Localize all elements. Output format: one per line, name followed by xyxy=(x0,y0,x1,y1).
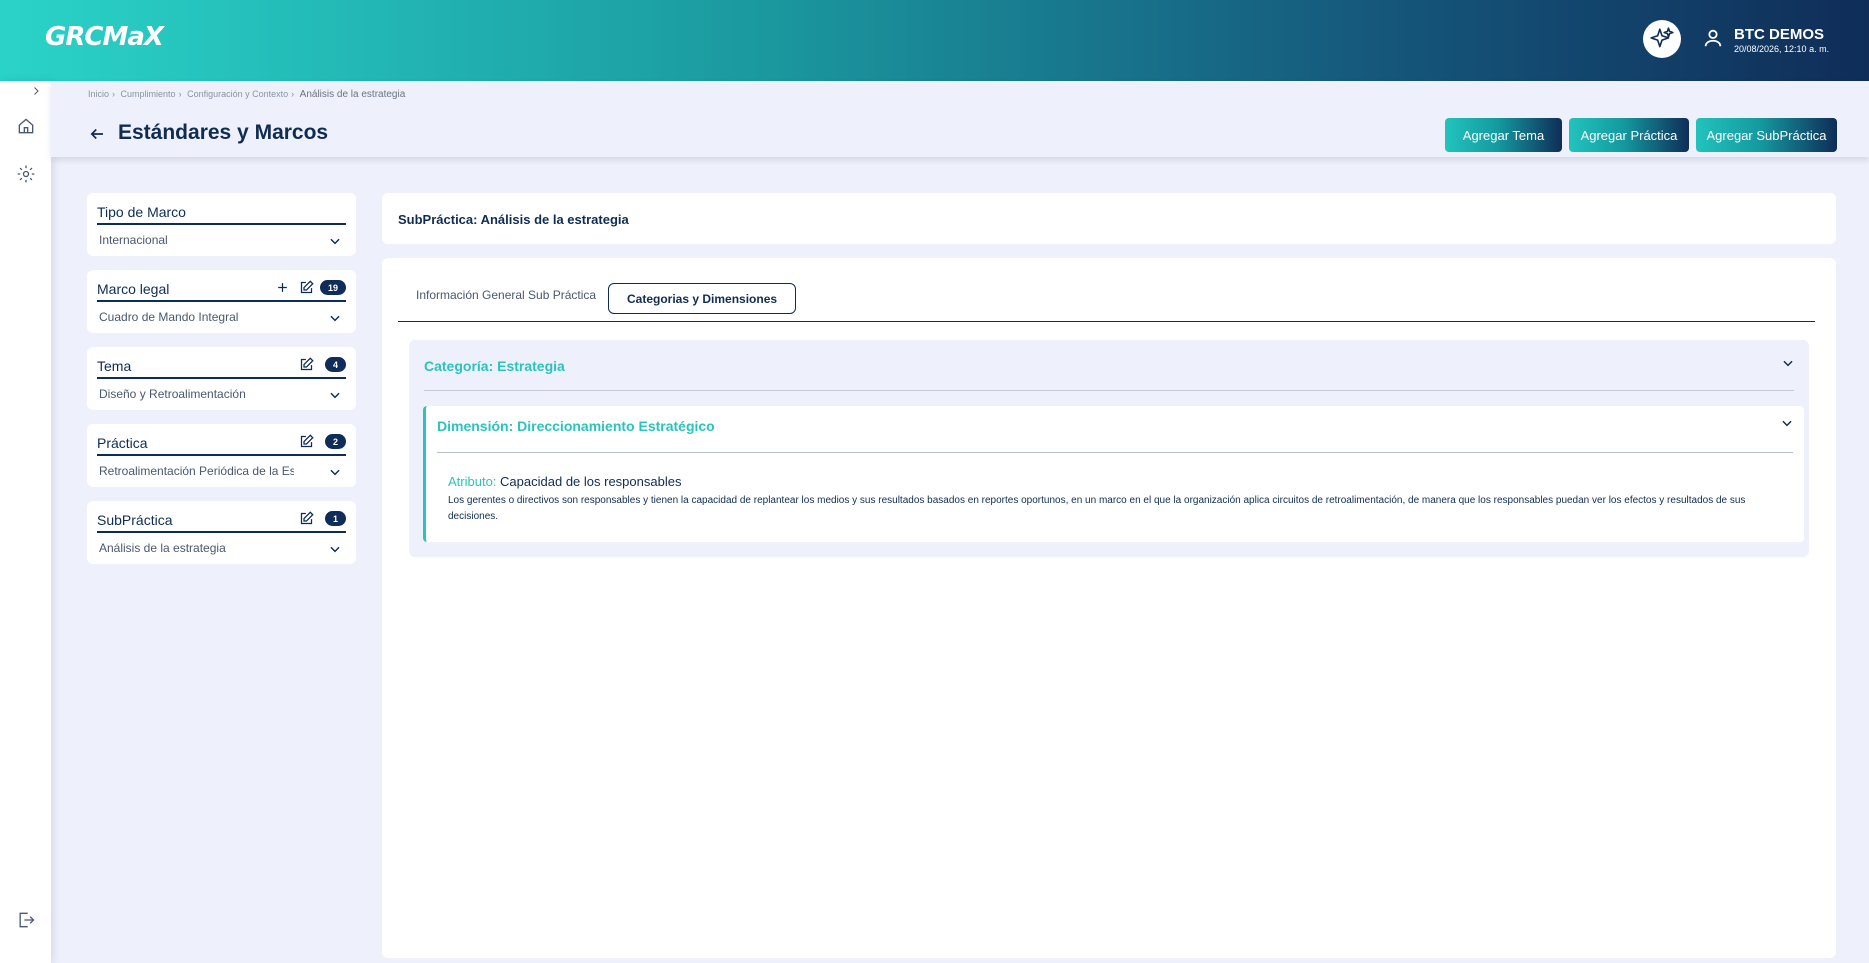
breadcrumb-item-cumplimiento[interactable]: Cumplimiento xyxy=(121,89,176,99)
chevron-down-icon[interactable] xyxy=(328,311,342,325)
filter-underline xyxy=(97,454,346,456)
subpractica-title: SubPráctica: Análisis de la estrategia xyxy=(398,212,629,227)
category-accordion: Categoría: Estrategia Dimensión: Direcci… xyxy=(409,340,1809,557)
user-name: BTC DEMOS xyxy=(1734,26,1824,43)
count-badge: 4 xyxy=(324,357,346,372)
filter-underline xyxy=(97,223,346,225)
attribute-key: Atributo: xyxy=(448,474,497,489)
edit-icon[interactable] xyxy=(299,280,314,295)
plus-icon[interactable] xyxy=(275,280,290,295)
add-tema-button[interactable]: Agregar Tema xyxy=(1445,118,1562,152)
tab-divider xyxy=(398,321,1815,322)
subpractica-title-panel: SubPráctica: Análisis de la estrategia xyxy=(382,193,1836,244)
attribute-row: Atributo: Capacidad de los responsables xyxy=(448,474,681,489)
sparkle-icon xyxy=(1650,27,1674,48)
filter-label: SubPráctica xyxy=(97,512,173,528)
breadcrumb-item-current: Análisis de la estrategia xyxy=(299,89,406,100)
tema-select[interactable]: Diseño y Retroalimentación xyxy=(99,387,294,401)
dimension-divider xyxy=(437,452,1793,453)
user-date: 20/08/2026, 12:10 a. m. xyxy=(1734,44,1830,54)
category-divider xyxy=(424,390,1794,391)
count-badge: 1 xyxy=(324,511,346,526)
count-badge: 2 xyxy=(324,434,346,449)
chevron-down-icon[interactable] xyxy=(1781,356,1795,370)
filter-tipo-marco: Tipo de Marco Internacional xyxy=(87,193,356,256)
chevron-down-icon[interactable] xyxy=(328,388,342,402)
top-bar: GRCMaX BTC DEMOS 20/08/2026, 12:10 a. m. xyxy=(0,0,1869,81)
filter-label: Práctica xyxy=(97,435,148,451)
home-icon[interactable] xyxy=(16,116,36,136)
tipo-marco-select[interactable]: Internacional xyxy=(99,233,294,247)
filter-label: Marco legal xyxy=(97,281,170,297)
tab-categorias-dimensiones[interactable]: Categorias y Dimensiones xyxy=(608,283,797,314)
category-title[interactable]: Categoría: Estrategia xyxy=(424,358,565,374)
filter-underline xyxy=(97,531,346,533)
count-badge: 19 xyxy=(319,280,346,295)
chevron-down-icon[interactable] xyxy=(328,542,342,556)
filter-tema: Tema 4 Diseño y Retroalimentación xyxy=(87,347,356,410)
gear-icon[interactable] xyxy=(16,164,36,184)
edit-icon[interactable] xyxy=(299,434,314,449)
filter-subpractica: SubPráctica 1 Análisis de la estrategia xyxy=(87,501,356,564)
filter-marco-legal: Marco legal 19 Cuadro de Mando Integral xyxy=(87,270,356,333)
breadcrumb-item-inicio[interactable]: Inicio xyxy=(88,89,109,99)
chevron-right-icon[interactable] xyxy=(30,85,42,97)
edit-icon[interactable] xyxy=(299,511,314,526)
side-rail xyxy=(0,81,51,963)
chevron-down-icon[interactable] xyxy=(1780,416,1794,430)
page-title: Estándares y Marcos xyxy=(118,121,329,144)
filter-label: Tema xyxy=(97,358,132,374)
chevron-down-icon[interactable] xyxy=(328,465,342,479)
chevron-down-icon[interactable] xyxy=(328,234,342,248)
attribute-value: Capacidad de los responsables xyxy=(500,474,682,489)
dimension-title[interactable]: Dimensión: Direccionamiento Estratégico xyxy=(437,418,715,434)
add-subpractica-button[interactable]: Agregar SubPráctica xyxy=(1696,118,1837,152)
add-practica-button[interactable]: Agregar Práctica xyxy=(1569,118,1689,152)
app-logo[interactable]: GRCMaX xyxy=(45,22,164,52)
breadcrumb: Inicio › Cumplimiento › Configuración y Co… xyxy=(88,89,406,100)
subpractica-select[interactable]: Análisis de la estrategia xyxy=(99,541,294,555)
attribute-description: Los gerentes o directivos son responsabl… xyxy=(448,495,1746,522)
logout-icon[interactable] xyxy=(16,910,36,930)
user-icon[interactable] xyxy=(1702,27,1724,49)
tab-informacion-general[interactable]: Información General Sub Práctica xyxy=(416,288,596,302)
filter-underline xyxy=(97,377,346,379)
dimension-accordion: Dimensión: Direccionamiento Estratégico … xyxy=(423,406,1804,542)
filter-practica: Práctica 2 Retroalimentación Periódica d… xyxy=(87,424,356,487)
ai-assistant-button[interactable] xyxy=(1643,20,1681,58)
edit-icon[interactable] xyxy=(299,357,314,372)
page-header: Inicio › Cumplimiento › Configuración y Co… xyxy=(51,81,1869,157)
marco-legal-select[interactable]: Cuadro de Mando Integral xyxy=(99,310,294,324)
detail-panel: Información General Sub Práctica Categor… xyxy=(382,258,1836,958)
filter-label: Tipo de Marco xyxy=(97,204,186,220)
back-arrow-icon[interactable] xyxy=(88,125,106,143)
breadcrumb-item-configuracion[interactable]: Configuración y Contexto xyxy=(187,89,288,99)
filter-underline xyxy=(97,300,346,302)
practica-select[interactable]: Retroalimentación Periódica de la Estrat… xyxy=(99,464,294,478)
